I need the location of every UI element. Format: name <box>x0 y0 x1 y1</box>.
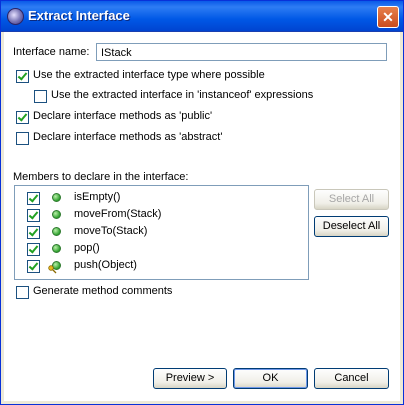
member-name: moveFrom(Stack) <box>74 208 162 220</box>
list-item[interactable]: isEmpty() <box>15 189 308 206</box>
title-bar[interactable]: Extract Interface ✕ <box>1 1 403 32</box>
cancel-button[interactable]: Cancel <box>314 368 389 389</box>
interface-name-field[interactable]: IStack <box>96 43 387 61</box>
declare-public-checkbox[interactable] <box>16 111 29 124</box>
member-name: isEmpty() <box>74 191 121 203</box>
public-method-icon <box>52 210 61 219</box>
member-name: moveTo(Stack) <box>74 225 148 237</box>
public-method-icon <box>52 244 61 253</box>
member-checkbox[interactable] <box>27 192 40 205</box>
use-extracted-type-checkbox[interactable] <box>16 70 29 83</box>
preview-button[interactable]: Preview > <box>153 368 227 389</box>
list-item[interactable]: pop() <box>15 240 308 257</box>
eclipse-icon <box>7 8 24 25</box>
member-checkbox[interactable] <box>27 260 40 273</box>
member-checkbox[interactable] <box>27 243 40 256</box>
declare-public-label: Declare interface methods as 'public' <box>33 110 213 122</box>
list-item[interactable]: moveTo(Stack) <box>15 223 308 240</box>
member-checkbox[interactable] <box>27 226 40 239</box>
members-list[interactable]: isEmpty() moveFrom(Stack) moveTo(Stack) … <box>14 185 309 280</box>
declare-abstract-label: Declare interface methods as 'abstract' <box>33 131 223 143</box>
members-label: Members to declare in the interface: <box>13 171 189 183</box>
use-in-instanceof-label: Use the extracted interface in 'instance… <box>51 89 314 101</box>
member-name: push(Object) <box>74 259 137 271</box>
interface-name-label: Interface name: <box>13 46 90 58</box>
member-name: pop() <box>74 242 100 254</box>
declare-abstract-checkbox[interactable] <box>16 132 29 145</box>
close-button[interactable]: ✕ <box>377 6 399 28</box>
public-method-icon <box>52 227 61 236</box>
public-method-icon <box>52 193 61 202</box>
list-item[interactable]: push(Object) <box>15 257 308 274</box>
select-all-button[interactable]: Select All <box>314 189 389 210</box>
generate-comments-label: Generate method comments <box>33 285 173 297</box>
deselect-all-button[interactable]: Deselect All <box>314 216 389 237</box>
key-icon <box>48 265 57 274</box>
member-checkbox[interactable] <box>27 209 40 222</box>
ok-button[interactable]: OK <box>233 368 308 389</box>
use-in-instanceof-checkbox[interactable] <box>34 90 47 103</box>
use-extracted-type-label: Use the extracted interface type where p… <box>33 69 265 81</box>
dialog-title: Extract Interface <box>28 8 130 23</box>
generate-comments-checkbox[interactable] <box>16 286 29 299</box>
extract-interface-dialog: Extract Interface ✕ Interface name: ISta… <box>0 0 404 405</box>
list-item[interactable]: moveFrom(Stack) <box>15 206 308 223</box>
dialog-content: Interface name: IStack Use the extracted… <box>4 32 400 401</box>
